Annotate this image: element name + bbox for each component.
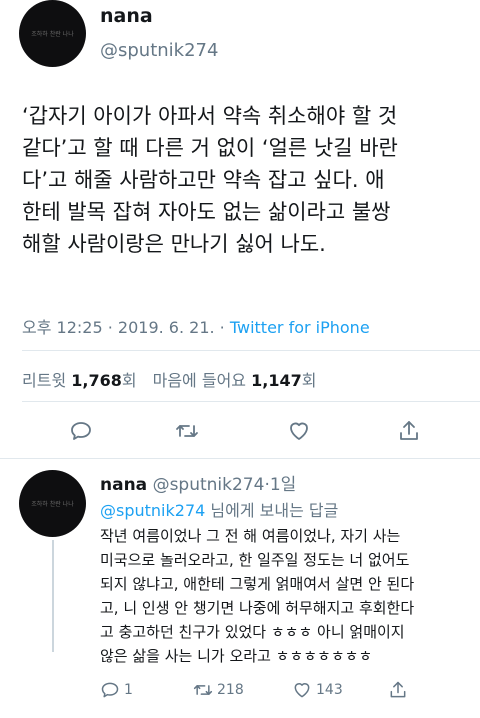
main-tweet: 조하하 찬란 나나 nana @sputnik274 ‘갑자기 아이가 아파서 …: [0, 0, 480, 462]
reply-text-line: 고, 니 인생 안 챙기면 나중에 허무해지고 후회한다: [100, 599, 415, 617]
like-count: 143: [316, 682, 343, 698]
avatar-text: 조하하 찬란 나나: [31, 501, 74, 508]
reply-like-button[interactable]: 143: [292, 680, 343, 700]
author-name[interactable]: nana: [100, 5, 153, 27]
tweet-text-line: 같다’고 할 때 다른 거 없이 ‘얼른 낫길 바란: [22, 136, 398, 160]
reply-author-name[interactable]: nana: [100, 475, 147, 495]
share-button[interactable]: [394, 416, 424, 446]
tweet-text-line: 한테 발목 잡혀 자아도 없는 삶이라고 불쌍: [22, 200, 391, 224]
likes-unit: 회: [301, 371, 317, 390]
reply-header: nana @sputnik274·1일: [100, 470, 296, 495]
replying-to: @sputnik274 님에게 보내는 답글: [100, 497, 338, 521]
tweet-text-line: ‘갑자기 아이가 아파서 약속 취소해야 할 것: [22, 104, 398, 128]
avatar[interactable]: 조하하 찬란 나나: [19, 0, 86, 67]
likes-stat[interactable]: 마음에 들어요 1,147회: [153, 371, 317, 390]
tweet-time[interactable]: 오후 12:25: [22, 318, 103, 337]
retweet-icon: [176, 425, 198, 437]
divider: [22, 401, 480, 402]
share-icon: [400, 421, 418, 440]
avatar-text: 조하하 찬란 나나: [31, 31, 74, 38]
like-icon: [290, 422, 308, 440]
tweet-meta: 오후 12:25 · 2019. 6. 21. · Twitter for iP…: [22, 314, 370, 338]
reply-age[interactable]: ·1일: [264, 475, 296, 495]
like-icon: [294, 683, 310, 698]
retweets-count: 1,768: [71, 371, 122, 390]
reply-retweet-button[interactable]: 218: [193, 680, 244, 700]
reply-text-line: 않은 삶을 사는 니가 오라고 ㅎㅎㅎㅎㅎㅎㅎ: [100, 647, 373, 665]
reply-icon: [71, 422, 91, 440]
tweet-stats: 리트윗 1,768회 마음에 들어요 1,147회: [22, 367, 316, 391]
divider: [0, 458, 480, 459]
avatar[interactable]: 조하하 찬란 나나: [19, 470, 86, 537]
likes-count: 1,147: [251, 371, 302, 390]
meta-separator: ·: [102, 318, 118, 337]
reply-count: 1: [124, 682, 133, 698]
retweet-button[interactable]: [172, 416, 202, 446]
replying-suffix: 님에게 보내는 답글: [205, 501, 339, 520]
tweet-source-link[interactable]: Twitter for iPhone: [230, 318, 370, 337]
reply-text-line: 되지 않냐고, 애한테 그렇게 얽매여서 살면 안 된다: [100, 575, 415, 593]
retweets-unit: 회: [121, 371, 137, 390]
author-handle[interactable]: @sputnik274: [100, 40, 218, 61]
reply-text-line: 고 충고하던 친구가 있었다 ㅎㅎㅎ 아니 얽매이지: [100, 623, 405, 641]
retweets-label: 리트윗: [22, 371, 67, 390]
reply-reply-button[interactable]: 1: [100, 680, 133, 700]
tweet-text-line: 다’고 해줄 사람하고만 약속 잡고 싶다. 애: [22, 168, 385, 192]
divider: [22, 350, 480, 351]
replying-mention-link[interactable]: @sputnik274: [100, 501, 205, 520]
tweet-text: ‘갑자기 아이가 아파서 약속 취소해야 할 것 같다’고 할 때 다른 거 없…: [22, 100, 470, 260]
likes-label: 마음에 들어요: [152, 371, 247, 390]
reply-text-line: 작년 여름이었나 그 전 해 여름이었나, 자기 사는: [100, 527, 401, 545]
tweet-text-line: 해할 사람이랑은 만나기 싫어 나도.: [22, 232, 326, 256]
reply-text: 작년 여름이었나 그 전 해 여름이었나, 자기 사는 미국으로 놀러오라고, …: [100, 524, 475, 668]
retweets-stat[interactable]: 리트윗 1,768회: [22, 371, 137, 390]
tweet-date[interactable]: 2019. 6. 21.: [118, 318, 215, 337]
retweet-icon: [193, 685, 213, 695]
share-icon: [390, 681, 406, 698]
like-button[interactable]: [284, 416, 314, 446]
reply-share-button[interactable]: [388, 680, 408, 700]
meta-separator: ·: [214, 318, 230, 337]
reply-button[interactable]: [66, 416, 96, 446]
reply-icon: [101, 682, 119, 698]
reply-author-handle[interactable]: @sputnik274: [153, 475, 265, 495]
retweet-count: 218: [217, 682, 244, 698]
reply-text-line: 미국으로 놀러오라고, 한 일주일 정도는 너 없어도: [100, 551, 410, 569]
thread-line: [52, 540, 54, 652]
